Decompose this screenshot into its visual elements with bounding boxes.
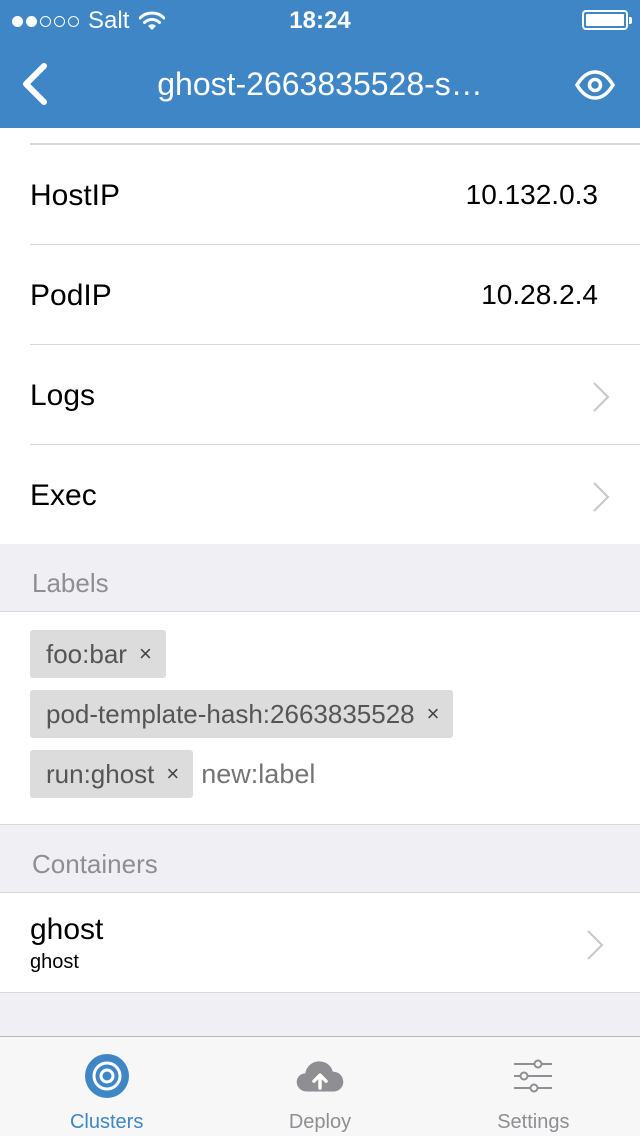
label-chip[interactable]: pod-template-hash:2663835528 ×: [30, 690, 454, 738]
containers-header: Containers: [0, 825, 640, 893]
remove-label-icon[interactable]: ×: [166, 761, 179, 787]
new-label-input[interactable]: [201, 758, 402, 790]
row-logs[interactable]: Logs: [30, 344, 640, 444]
content: HostIP 10.132.0.3 PodIP 10.28.2.4 Logs E…: [0, 128, 640, 1036]
labels-editor: foo:bar × pod-template-hash:2663835528 ×…: [0, 612, 640, 825]
tab-label: Deploy: [288, 1111, 352, 1133]
details-group: HostIP 10.132.0.3 PodIP 10.28.2.4 Logs E…: [0, 128, 640, 544]
labels-header: Labels: [0, 544, 640, 612]
container-row-ghost[interactable]: ghost ghost: [0, 893, 640, 993]
tab-settings[interactable]: Settings: [427, 1037, 640, 1136]
chip-text: pod-template-hash:2663835528: [46, 698, 415, 729]
label-chip[interactable]: foo:bar ×: [30, 630, 166, 678]
row-label: HostIP: [30, 179, 121, 212]
tab-deploy[interactable]: Deploy: [213, 1037, 426, 1136]
tab-clusters[interactable]: Clusters: [0, 1037, 213, 1136]
status-time: 18:24: [289, 7, 351, 34]
page-title: ghost-2663835528-s…: [157, 66, 483, 102]
container-name: ghost: [30, 913, 104, 946]
chevron-left-icon: [23, 63, 47, 105]
chip-line: pod-template-hash:2663835528 ×: [30, 690, 620, 738]
row-value: 10.28.2.4: [481, 279, 598, 310]
label-chip[interactable]: run:ghost ×: [30, 750, 194, 798]
status-bar: Salt 18:24: [0, 0, 640, 40]
row-hostip: HostIP 10.132.0.3: [30, 144, 640, 244]
container-image: ghost: [30, 951, 79, 973]
back-button[interactable]: [10, 56, 60, 112]
battery-icon: [582, 10, 632, 30]
tab-label: Clusters: [69, 1111, 144, 1133]
tab-label: Settings: [497, 1111, 570, 1133]
cloud-upload-icon: [295, 1051, 345, 1101]
watch-button[interactable]: [574, 64, 616, 106]
remove-label-icon[interactable]: ×: [427, 701, 440, 727]
screen: Salt 18:24 ghost-2663835528-s… HostIP 10…: [0, 0, 640, 1136]
sliders-icon: [508, 1051, 558, 1101]
target-icon: [82, 1051, 132, 1101]
tab-bar: Clusters Deploy Settings: [0, 1036, 640, 1136]
eye-icon: [575, 70, 615, 100]
row-value: 10.132.0.3: [465, 179, 598, 210]
row-exec[interactable]: Exec: [30, 444, 640, 544]
chip-line: run:ghost ×: [30, 750, 620, 798]
row-label: Exec: [30, 479, 97, 512]
partial-row: [30, 128, 640, 144]
chevron-right-icon: [593, 482, 610, 512]
header: Salt 18:24 ghost-2663835528-s…: [0, 0, 640, 128]
chip-text: foo:bar: [46, 638, 127, 669]
row-label: Logs: [30, 379, 96, 412]
row-podip: PodIP 10.28.2.4: [30, 244, 640, 344]
chip-text: run:ghost: [46, 758, 155, 789]
remove-label-icon[interactable]: ×: [139, 641, 152, 667]
nav-bar: ghost-2663835528-s…: [0, 40, 640, 128]
chip-line: foo:bar ×: [30, 630, 620, 678]
chevron-right-icon: [587, 930, 604, 960]
chevron-right-icon: [593, 382, 610, 412]
row-label: PodIP: [30, 279, 112, 312]
